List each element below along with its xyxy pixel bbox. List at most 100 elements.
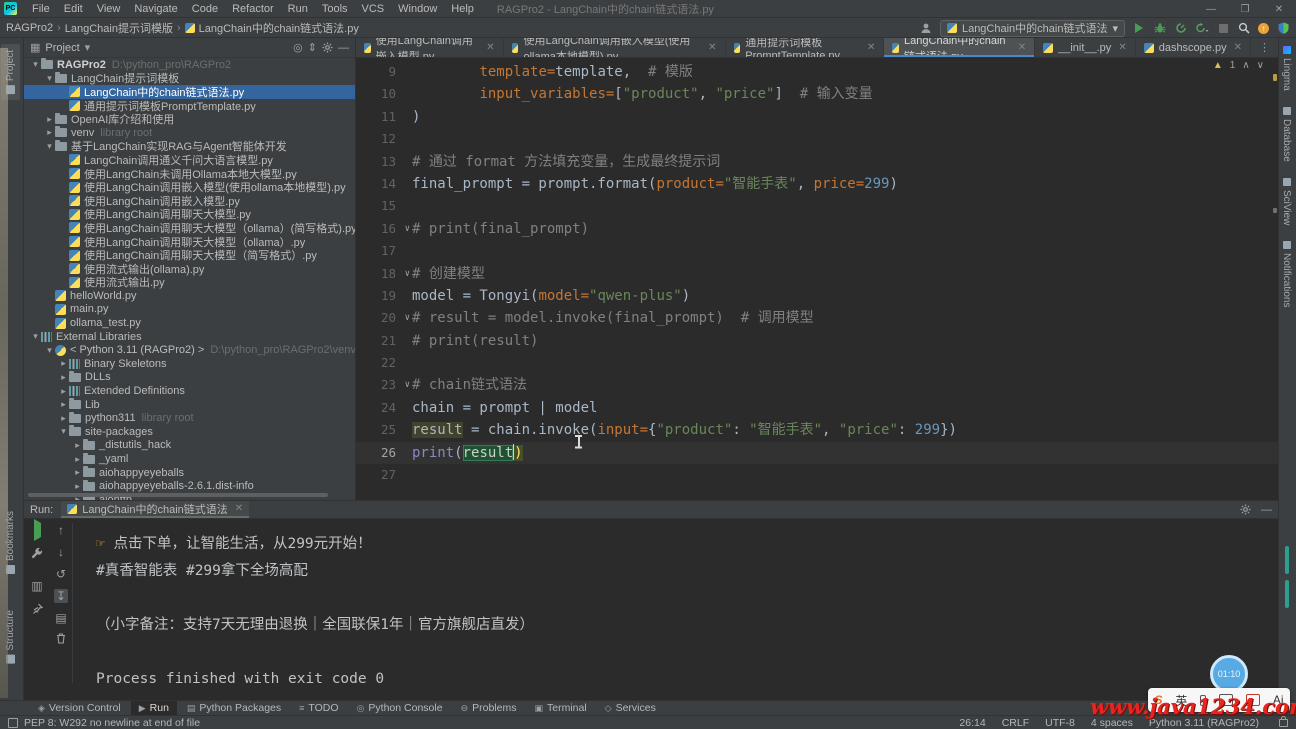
license-shield-icon[interactable] bbox=[1276, 21, 1290, 35]
minimize-button[interactable]: — bbox=[1194, 0, 1228, 18]
close-icon[interactable]: ✕ bbox=[235, 503, 243, 514]
code-line-10[interactable]: 10 input_variables=["product", "price"] … bbox=[356, 83, 1278, 105]
run-with-coverage-button[interactable] bbox=[1195, 21, 1209, 35]
run-button[interactable] bbox=[1132, 21, 1146, 35]
code-line-23[interactable]: 23∨# chain链式语法 bbox=[356, 374, 1278, 396]
tree-item-使用langchain调用聊天大模型-简写格式-py[interactable]: 使用LangChain调用聊天大模型（简写格式）.py bbox=[24, 248, 355, 262]
close-icon[interactable]: ✕ bbox=[1018, 42, 1026, 53]
code-line-13[interactable]: 13# 通过 format 方法填充变量，生成最终提示词 bbox=[356, 151, 1278, 173]
print-icon[interactable]: ▤ bbox=[55, 611, 66, 625]
close-icon[interactable]: ✕ bbox=[1234, 42, 1242, 53]
stop-button[interactable] bbox=[1216, 21, 1230, 35]
tree-item-python-3-11-ragpro2[interactable]: ▾< Python 3.11 (RAGPro2) >D:\python_pro\… bbox=[24, 343, 355, 357]
code-line-21[interactable]: 21# print(result) bbox=[356, 330, 1278, 352]
tree-item-main-py[interactable]: main.py bbox=[24, 303, 355, 317]
editor-tab-init-py[interactable]: __init__.py✕ bbox=[1035, 38, 1136, 57]
tree-item-openai库介绍和使用[interactable]: ▸OpenAI库介绍和使用 bbox=[24, 112, 355, 126]
tool-button-services[interactable]: ◇Services bbox=[597, 701, 664, 715]
inspection-widget[interactable]: ▲ 1 ∧ ∨ bbox=[1213, 60, 1264, 71]
run-console-tab[interactable]: LangChain中的chain链式语法 ✕ bbox=[61, 501, 249, 518]
menu-refactor[interactable]: Refactor bbox=[225, 2, 281, 16]
chevron-collapsed-icon[interactable]: ▸ bbox=[58, 413, 69, 424]
code-line-17[interactable]: 17 bbox=[356, 240, 1278, 262]
tree-item-helloworld-py[interactable]: helloWorld.py bbox=[24, 289, 355, 303]
tree-item-yaml[interactable]: ▸_yaml bbox=[24, 452, 355, 466]
tree-item-使用langchain调用聊天大模型-ollama-简写格式-py[interactable]: 使用LangChain调用聊天大模型（ollama）(简写格式).py bbox=[24, 221, 355, 235]
tree-item-venv[interactable]: ▸venvlibrary root bbox=[24, 126, 355, 140]
menu-edit[interactable]: Edit bbox=[57, 2, 90, 16]
editor-tab-使用langchain调用嵌入模型-使用ollama本地模型-py[interactable]: 使用LangChain调用嵌入模型(使用ollama本地模型).py✕ bbox=[504, 38, 726, 57]
menu-view[interactable]: View bbox=[90, 2, 128, 16]
tree-item-dlls[interactable]: ▸DLLs bbox=[24, 371, 355, 385]
close-icon[interactable]: ✕ bbox=[486, 42, 494, 53]
tool-button-python-packages[interactable]: ▤Python Packages bbox=[179, 701, 289, 715]
close-icon[interactable]: ✕ bbox=[867, 42, 875, 53]
menu-tools[interactable]: Tools bbox=[315, 2, 355, 16]
console-output[interactable]: ☞ 点击下单，让智能生活，从299元开始！#真香智能表 #299拿下全场高配 （… bbox=[96, 531, 1268, 693]
menu-file[interactable]: File bbox=[25, 2, 57, 16]
code-line-16[interactable]: 16∨# print(final_prompt) bbox=[356, 218, 1278, 240]
scroll-down-icon[interactable]: ↓ bbox=[58, 545, 64, 559]
chevron-expanded-icon[interactable]: ▾ bbox=[30, 59, 41, 70]
tree-item-基于langchain实现rag与agent智能体开发[interactable]: ▾基于LangChain实现RAG与Agent智能体开发 bbox=[24, 140, 355, 154]
menu-navigate[interactable]: Navigate bbox=[127, 2, 184, 16]
tree-item-使用langchain调用嵌入模型-使用ollama本地模型-py[interactable]: 使用LangChain调用嵌入模型(使用ollama本地模型).py bbox=[24, 180, 355, 194]
locate-file-icon[interactable]: ◎ bbox=[293, 41, 303, 54]
chevron-expanded-icon[interactable]: ▾ bbox=[30, 331, 41, 342]
caret-position[interactable]: 26:14 bbox=[959, 717, 985, 729]
code-line-18[interactable]: 18∨# 创建模型 bbox=[356, 263, 1278, 285]
editor-tab-使用langchain调用嵌入模型-py[interactable]: 使用LangChain调用嵌入模型.py✕ bbox=[356, 38, 504, 57]
chevron-expanded-icon[interactable]: ▾ bbox=[44, 73, 55, 84]
tool-button-problems[interactable]: ⊖Problems bbox=[453, 701, 525, 715]
breadcrumb-item-langchain提示词模版[interactable]: LangChain提示词模版 bbox=[65, 20, 173, 36]
maximize-button[interactable]: ❐ bbox=[1228, 0, 1262, 18]
wrench-settings-icon[interactable] bbox=[31, 547, 43, 559]
chevron-collapsed-icon[interactable]: ▸ bbox=[72, 454, 83, 465]
chevron-collapsed-icon[interactable]: ▸ bbox=[44, 127, 55, 138]
code-line-12[interactable]: 12 bbox=[356, 128, 1278, 150]
tree-item-langchain中的chain链式语法-py[interactable]: LangChain中的chain链式语法.py bbox=[24, 85, 355, 99]
search-everywhere-icon[interactable] bbox=[1237, 21, 1251, 35]
readonly-lock-icon[interactable] bbox=[1279, 719, 1288, 727]
close-button[interactable]: ✕ bbox=[1262, 0, 1296, 18]
tree-item-使用langchain调用嵌入模型-py[interactable]: 使用LangChain调用嵌入模型.py bbox=[24, 194, 355, 208]
chevron-expanded-icon[interactable]: ▾ bbox=[58, 426, 69, 437]
line-separator[interactable]: CRLF bbox=[1002, 717, 1029, 729]
tree-item-external-libraries[interactable]: ▾External Libraries bbox=[24, 330, 355, 344]
chevron-collapsed-icon[interactable]: ▸ bbox=[72, 467, 83, 478]
clear-all-icon[interactable] bbox=[56, 633, 66, 644]
tree-item-使用流式输出-ollama-py[interactable]: 使用流式输出(ollama).py bbox=[24, 262, 355, 276]
hide-panel-icon[interactable]: — bbox=[1261, 504, 1272, 516]
debug-button[interactable] bbox=[1153, 21, 1167, 35]
scroll-up-icon[interactable]: ↑ bbox=[58, 523, 64, 537]
code-line-22[interactable]: 22 bbox=[356, 352, 1278, 374]
tree-item-通用提示词模板prompttemplate-py[interactable]: 通用提示词模板PromptTemplate.py bbox=[24, 99, 355, 113]
profiler-button[interactable] bbox=[1174, 21, 1188, 35]
tool-tab-notifications[interactable]: Notifications bbox=[1279, 233, 1294, 315]
tree-item-使用langchain调用聊天大模型-py[interactable]: 使用LangChain调用聊天大模型.py bbox=[24, 208, 355, 222]
tool-button-python-console[interactable]: ◎Python Console bbox=[349, 701, 451, 715]
error-stripe-mark[interactable] bbox=[1273, 208, 1277, 213]
tool-button-run[interactable]: ▶Run bbox=[131, 701, 177, 715]
fold-icon[interactable]: ∨ bbox=[405, 218, 410, 240]
tree-item-distutils-hack[interactable]: ▸_distutils_hack bbox=[24, 439, 355, 453]
code-line-24[interactable]: 24chain = prompt | model bbox=[356, 397, 1278, 419]
hide-panel-icon[interactable]: — bbox=[338, 42, 349, 54]
chevron-collapsed-icon[interactable]: ▸ bbox=[58, 372, 69, 383]
tree-item-ragpro2[interactable]: ▾RAGPro2D:\python_pro\RAGPro2 bbox=[24, 58, 355, 72]
close-icon[interactable]: ✕ bbox=[708, 42, 716, 53]
menu-code[interactable]: Code bbox=[185, 2, 225, 16]
tree-item-aiohappyeyeballs[interactable]: ▸aiohappyeyeballs bbox=[24, 466, 355, 480]
code-line-9[interactable]: 9 template=template, # 模版 bbox=[356, 61, 1278, 83]
chevron-collapsed-icon[interactable]: ▸ bbox=[58, 386, 69, 397]
tree-item-site-packages[interactable]: ▾site-packages bbox=[24, 425, 355, 439]
chevron-collapsed-icon[interactable]: ▸ bbox=[58, 358, 69, 369]
tool-tab-lingma[interactable]: Lingma bbox=[1279, 38, 1294, 99]
file-encoding[interactable]: UTF-8 bbox=[1045, 717, 1075, 729]
tree-item-langchain提示词模板[interactable]: ▾LangChain提示词模板 bbox=[24, 72, 355, 86]
editor-tab-dashscope-py[interactable]: dashscope.py✕ bbox=[1136, 38, 1251, 57]
code-area[interactable]: 9 template=template, # 模版10 input_variab… bbox=[356, 58, 1278, 486]
chevron-expanded-icon[interactable]: ▾ bbox=[44, 141, 55, 152]
settings-gear-icon[interactable] bbox=[322, 42, 333, 53]
code-line-25[interactable]: 25result = chain.invoke(input={"product"… bbox=[356, 419, 1278, 441]
